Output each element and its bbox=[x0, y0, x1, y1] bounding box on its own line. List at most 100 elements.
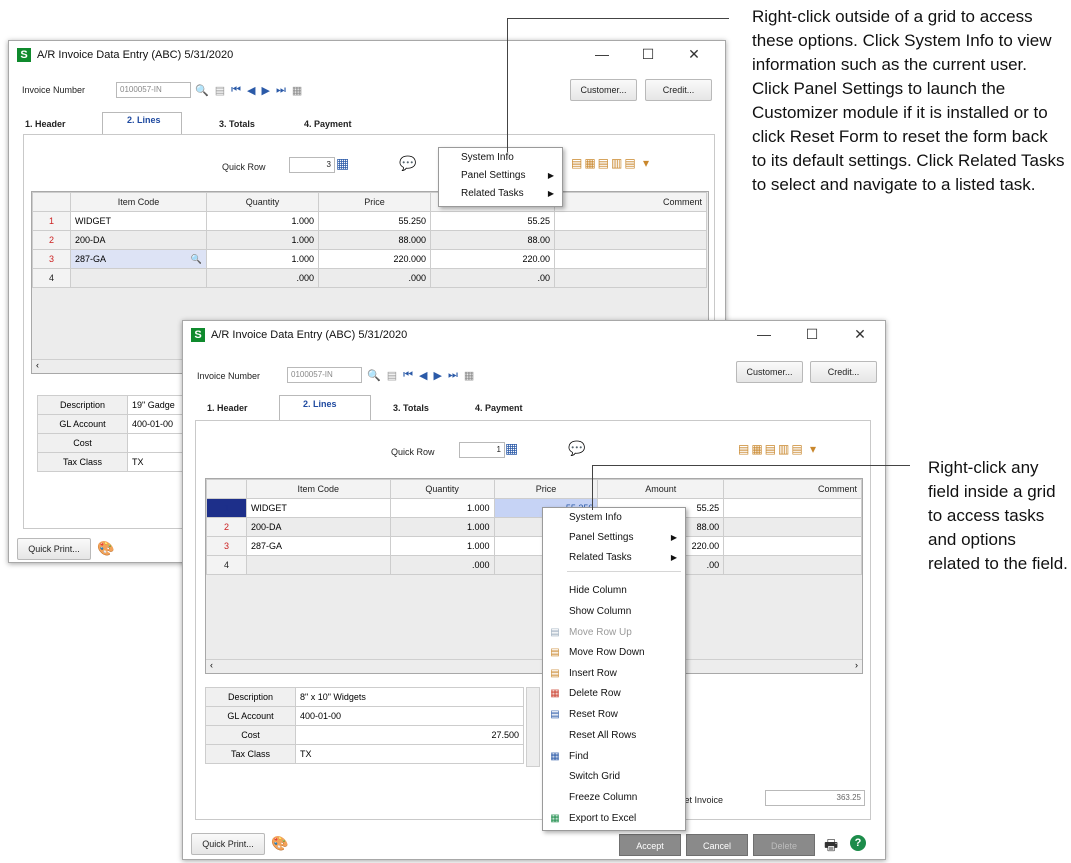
customer-button[interactable]: Customer... bbox=[570, 79, 637, 101]
quick-row-icon[interactable]: ▦ bbox=[336, 155, 349, 172]
menu-item-related-tasks[interactable]: Related Tasks ▶ bbox=[439, 184, 562, 204]
lookup-icon[interactable]: 🔍 bbox=[191, 254, 202, 265]
tab-totals[interactable]: 3. Totals bbox=[393, 403, 429, 413]
menu-item-system-info[interactable]: System Info bbox=[543, 508, 685, 528]
copy-icon[interactable]: ▤ bbox=[215, 84, 225, 97]
details-vertical-scrollbar[interactable] bbox=[526, 687, 540, 767]
menu-item-move-row-up[interactable]: ▤ Move Row Up bbox=[543, 623, 685, 643]
comment-cell[interactable] bbox=[723, 555, 862, 575]
next-record-icon[interactable]: ▶ bbox=[261, 84, 269, 97]
search-icon[interactable]: 🔍 bbox=[195, 84, 209, 97]
tab-header[interactable]: 1. Header bbox=[25, 119, 66, 129]
minimize-icon[interactable]: — bbox=[749, 325, 779, 343]
row-number-selected[interactable]: 1 bbox=[206, 498, 247, 518]
last-record-icon[interactable]: ⏭ bbox=[276, 84, 286, 97]
row-number[interactable]: 1 bbox=[32, 211, 71, 231]
column-header-quantity[interactable]: Quantity bbox=[206, 192, 319, 212]
first-record-icon[interactable]: ⏮ bbox=[231, 84, 241, 97]
close-icon[interactable]: ✕ bbox=[679, 45, 709, 63]
menu-item-reset-all-rows[interactable]: Reset All Rows bbox=[543, 726, 685, 746]
item-code-cell[interactable] bbox=[70, 268, 207, 288]
comment-cell[interactable] bbox=[723, 517, 862, 537]
menu-item-hide-column[interactable]: Hide Column bbox=[543, 581, 685, 601]
credit-button[interactable]: Credit... bbox=[810, 361, 877, 383]
tab-header[interactable]: 1. Header bbox=[207, 403, 248, 413]
quantity-cell[interactable]: 1.000 bbox=[206, 249, 319, 269]
column-header-price[interactable]: Price bbox=[493, 479, 599, 499]
quick-print-button[interactable]: Quick Print... bbox=[17, 538, 91, 560]
tab-totals[interactable]: 3. Totals bbox=[219, 119, 255, 129]
comment-icon[interactable]: 💬 bbox=[568, 440, 585, 457]
row-number[interactable]: 2 bbox=[32, 230, 71, 250]
menu-item-switch-grid[interactable]: Switch Grid bbox=[543, 767, 685, 787]
price-cell[interactable]: .000 bbox=[318, 268, 431, 288]
menu-item-panel-settings[interactable]: Panel Settings ▶ bbox=[543, 528, 685, 548]
invoice-number-input[interactable]: 0100057-IN bbox=[287, 367, 362, 383]
item-code-cell[interactable]: 200-DA bbox=[245, 517, 391, 537]
menu-item-find[interactable]: ▦ Find bbox=[543, 747, 685, 767]
front-horizontal-scrollbar[interactable]: ‹ › bbox=[206, 659, 862, 673]
first-record-icon[interactable]: ⏮ bbox=[403, 369, 413, 382]
description-value[interactable]: 8" x 10" Widgets bbox=[295, 687, 524, 707]
cost-value[interactable]: 27.500 bbox=[295, 725, 524, 745]
item-code-cell[interactable]: WIDGET bbox=[70, 211, 207, 231]
amount-cell[interactable]: 55.25 bbox=[430, 211, 555, 231]
grid-toolbar[interactable]: ▤▦▤▥▤ ▾ bbox=[571, 156, 651, 170]
column-header-item-code[interactable]: Item Code bbox=[70, 192, 207, 212]
quick-print-button[interactable]: Quick Print... bbox=[191, 833, 265, 855]
quantity-cell[interactable]: .000 bbox=[389, 555, 495, 575]
item-code-cell[interactable]: 287-GA bbox=[245, 536, 391, 556]
accept-button[interactable]: Accept bbox=[619, 834, 681, 856]
comment-cell[interactable] bbox=[723, 498, 862, 518]
last-record-icon[interactable]: ⏭ bbox=[448, 369, 458, 382]
maximize-icon[interactable]: ☐ bbox=[633, 45, 663, 63]
menu-item-insert-row[interactable]: ▤ Insert Row bbox=[543, 664, 685, 684]
column-header-amount[interactable]: Amount bbox=[597, 479, 725, 499]
print-icon[interactable]: 🖶 bbox=[824, 835, 838, 860]
previous-record-icon[interactable]: ◀ bbox=[247, 84, 255, 97]
menu-item-related-tasks[interactable]: Related Tasks ▶ bbox=[543, 548, 685, 568]
gl-account-value[interactable]: 400-01-00 bbox=[295, 706, 524, 726]
row-number[interactable]: 4 bbox=[206, 555, 247, 575]
scroll-right-icon[interactable]: › bbox=[855, 660, 858, 670]
row-number[interactable]: 2 bbox=[206, 517, 247, 537]
item-code-cell[interactable] bbox=[245, 555, 391, 575]
column-header-comment[interactable]: Comment bbox=[723, 479, 862, 499]
menu-item-delete-row[interactable]: ▦ Delete Row bbox=[543, 684, 685, 704]
scroll-left-icon[interactable]: ‹ bbox=[210, 660, 213, 670]
menu-item-export-to-excel[interactable]: ▦ Export to Excel bbox=[543, 809, 685, 829]
column-header-comment[interactable]: Comment bbox=[554, 192, 707, 212]
amount-cell[interactable]: .00 bbox=[430, 268, 555, 288]
minimize-icon[interactable]: — bbox=[587, 45, 617, 63]
price-cell[interactable]: 220.000 bbox=[318, 249, 431, 269]
quantity-cell[interactable]: 1.000 bbox=[389, 517, 495, 537]
calendar-icon[interactable]: ▦ bbox=[292, 84, 302, 97]
row-number[interactable]: 3 bbox=[206, 536, 247, 556]
customer-button[interactable]: Customer... bbox=[736, 361, 803, 383]
amount-cell[interactable]: 88.00 bbox=[430, 230, 555, 250]
color-wheel-icon[interactable]: 🎨 bbox=[271, 835, 288, 852]
quick-row-input[interactable]: 1 bbox=[459, 442, 505, 458]
comment-cell[interactable] bbox=[554, 230, 707, 250]
comment-cell[interactable] bbox=[554, 249, 707, 269]
tab-lines[interactable]: 2. Lines bbox=[127, 115, 161, 125]
quantity-cell[interactable]: 1.000 bbox=[206, 230, 319, 250]
quantity-cell[interactable]: 1.000 bbox=[389, 536, 495, 556]
price-cell[interactable]: 88.000 bbox=[318, 230, 431, 250]
help-icon[interactable]: ? bbox=[850, 835, 866, 851]
row-number[interactable]: 4 bbox=[32, 268, 71, 288]
copy-icon[interactable]: ▤ bbox=[387, 369, 397, 382]
column-header-item-code[interactable]: Item Code bbox=[245, 479, 391, 499]
tab-payment[interactable]: 4. Payment bbox=[475, 403, 523, 413]
item-code-cell-selected[interactable]: 287-GA 🔍 bbox=[70, 249, 207, 269]
tax-class-value[interactable]: TX bbox=[295, 744, 524, 764]
invoice-number-input[interactable]: 0100057-IN bbox=[116, 82, 191, 98]
comment-cell[interactable] bbox=[554, 268, 707, 288]
menu-item-panel-settings[interactable]: Panel Settings ▶ bbox=[439, 166, 562, 186]
column-header-quantity[interactable]: Quantity bbox=[389, 479, 495, 499]
tab-payment[interactable]: 4. Payment bbox=[304, 119, 352, 129]
item-code-cell[interactable]: WIDGET bbox=[245, 498, 391, 518]
price-cell[interactable]: 55.250 bbox=[318, 211, 431, 231]
menu-item-show-column[interactable]: Show Column bbox=[543, 602, 685, 622]
item-code-cell[interactable]: 200-DA bbox=[70, 230, 207, 250]
